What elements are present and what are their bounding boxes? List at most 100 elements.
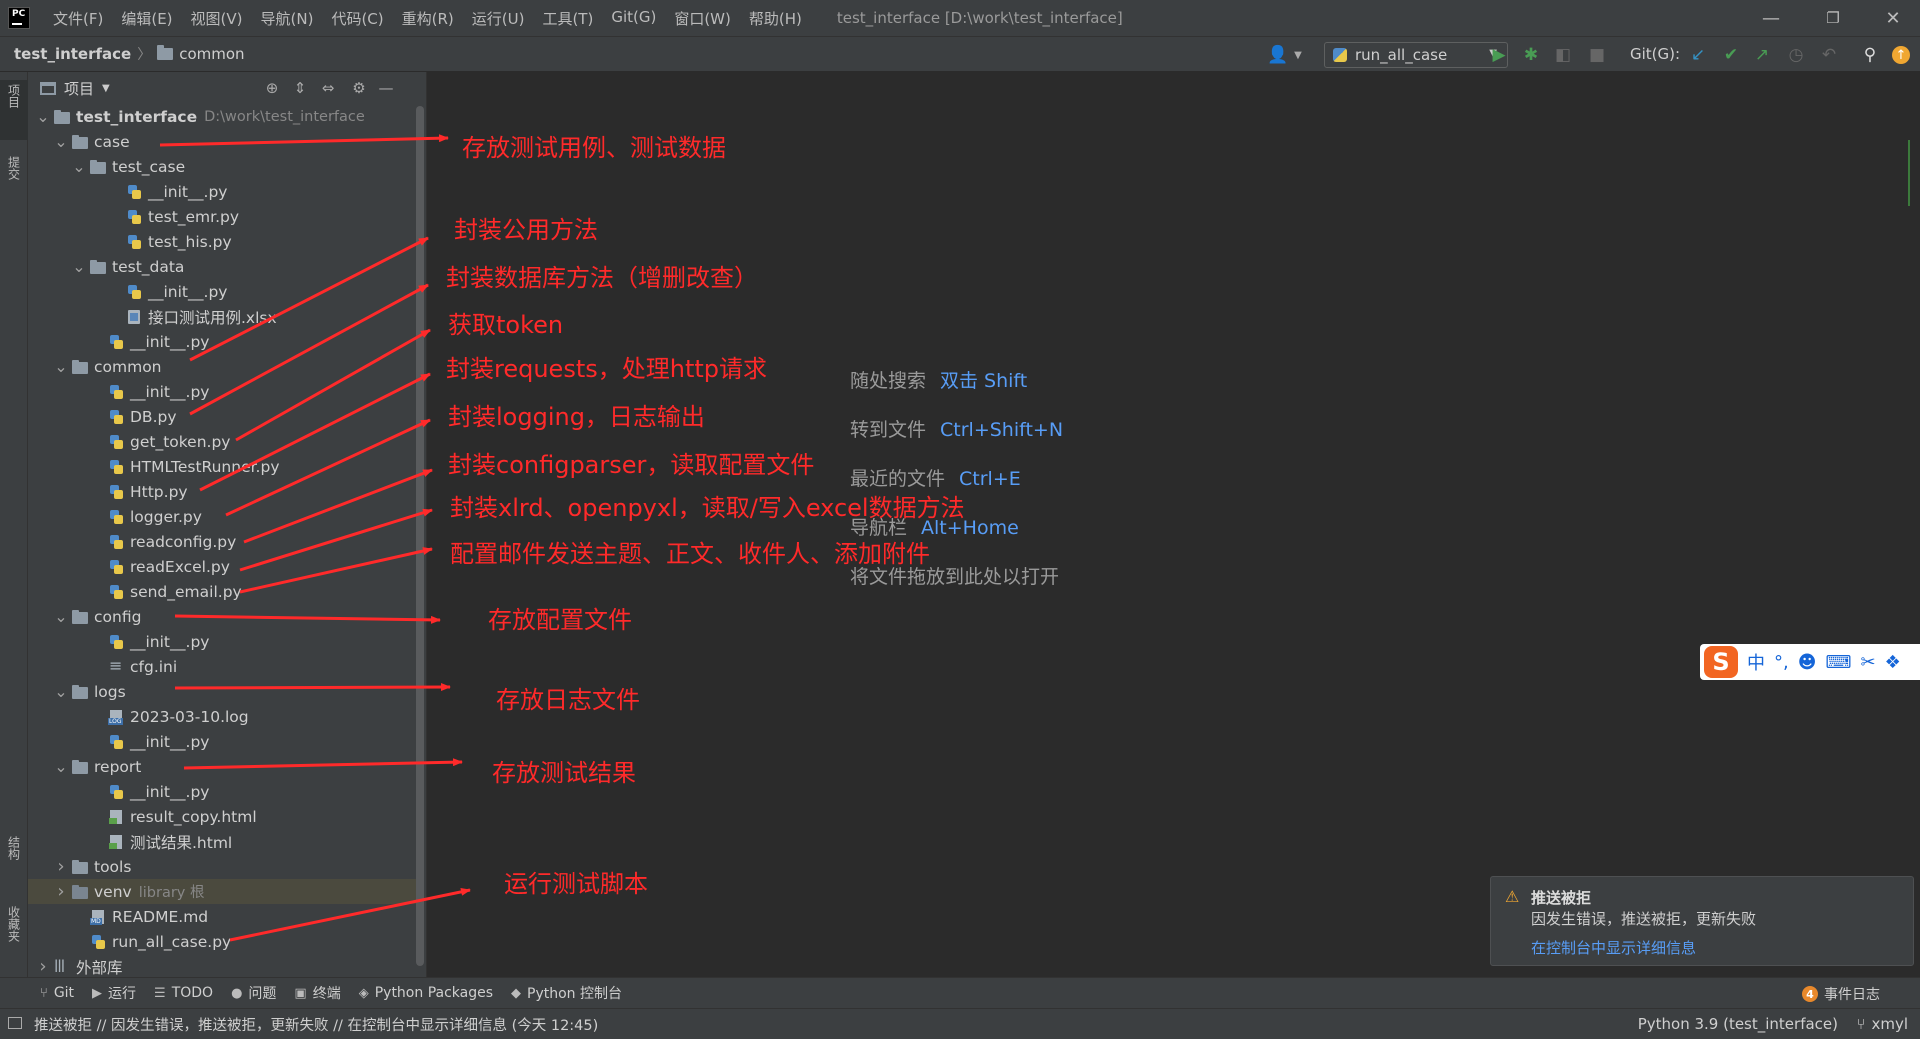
tree-row[interactable]: readExcel.py	[90, 554, 230, 579]
tree-row[interactable]: cfg.ini	[90, 654, 177, 679]
ime-skin-icon[interactable]: ❖	[1885, 652, 1901, 673]
chevron-down-icon[interactable]: ⌄	[54, 758, 68, 774]
user-icon[interactable]: 👤	[1267, 45, 1288, 65]
tool-tab-terminal[interactable]: ▣ 终端	[294, 983, 340, 1003]
tree-row[interactable]: › 外部库	[36, 954, 122, 979]
search-icon[interactable]: ⚲	[1860, 45, 1880, 65]
menu-tools[interactable]: 工具(T)	[533, 8, 602, 29]
tree-row[interactable]: ⌄ test_case	[72, 154, 185, 179]
tool-tab-run[interactable]: ▶ 运行	[92, 983, 136, 1003]
chevron-right-icon[interactable]: ›	[36, 956, 50, 977]
gear-icon[interactable]: ⚙	[350, 79, 368, 97]
tree-row[interactable]: ⌄ common	[54, 354, 161, 379]
tree-row[interactable]: ⌄ report	[54, 754, 141, 779]
editor-empty-area[interactable]: 随处搜索 双击 Shift 转到文件 Ctrl+Shift+N 最近的文件 Ctrl+…	[428, 72, 1920, 977]
chevron-down-icon[interactable]: ⌄	[54, 358, 68, 374]
stripe-tab-project[interactable]: 项目	[0, 80, 28, 140]
git-history-icon[interactable]: ◷	[1786, 45, 1806, 65]
tool-tab-problems[interactable]: ● 问题	[231, 983, 276, 1003]
tool-tab-git[interactable]: ⑂ Git	[40, 985, 74, 1001]
minimize-button[interactable]: —	[1746, 0, 1796, 36]
menu-git[interactable]: Git(G)	[602, 8, 665, 29]
chevron-down-icon[interactable]: ⌄	[72, 258, 86, 274]
tree-row[interactable]: __init__.py	[90, 629, 209, 654]
collapse-all-icon[interactable]: ⇔	[319, 79, 337, 97]
stop-icon[interactable]: ■	[1587, 45, 1607, 65]
git-commit-icon[interactable]: ✔	[1721, 45, 1741, 65]
event-log-tab[interactable]: 4 事件日志	[1802, 984, 1880, 1004]
chevron-down-icon[interactable]: ⌄	[72, 158, 86, 174]
tree-row[interactable]: run_all_case.py	[72, 929, 231, 954]
menu-view[interactable]: 视图(V)	[182, 8, 252, 29]
tool-tab-python-console[interactable]: ◆ Python 控制台	[511, 983, 622, 1003]
close-window-button[interactable]: ✕	[1868, 0, 1918, 36]
tree-row[interactable]: __init__.py	[90, 779, 209, 804]
project-panel-title[interactable]: 项目	[64, 78, 94, 99]
tree-row[interactable]: 接口测试用例.xlsx	[108, 304, 277, 329]
update-icon[interactable]: ↑	[1892, 46, 1910, 64]
menu-run[interactable]: 运行(U)	[463, 8, 534, 29]
tree-row[interactable]: Http.py	[90, 479, 188, 504]
menu-refactor[interactable]: 重构(R)	[393, 8, 463, 29]
run-button[interactable]: ▶	[1489, 45, 1509, 65]
menu-help[interactable]: 帮助(H)	[740, 8, 811, 29]
status-toggle-icon[interactable]	[8, 1017, 22, 1029]
expand-all-icon[interactable]: ⇕	[291, 79, 309, 97]
tree-row[interactable]: ⌄ config	[54, 604, 141, 629]
tool-tab-python-packages[interactable]: ◈ Python Packages	[359, 985, 493, 1001]
user-dropdown-icon[interactable]: ▼	[1288, 45, 1308, 65]
menu-window[interactable]: 窗口(W)	[665, 8, 740, 29]
debug-icon[interactable]: ✱	[1521, 45, 1541, 65]
tree-row[interactable]: 2023-03-10.log	[90, 704, 249, 729]
python-interpreter-selector[interactable]: Python 3.9 (test_interface)	[1638, 1015, 1838, 1033]
menu-code[interactable]: 代码(C)	[322, 8, 392, 29]
tree-row[interactable]: logger.py	[90, 504, 202, 529]
stripe-tab-commit[interactable]: 提交	[0, 152, 28, 212]
tree-row[interactable]: __init__.py	[90, 729, 209, 754]
tree-row[interactable]: 测试结果.html	[90, 829, 232, 854]
run-configuration-select[interactable]: run_all_case ▼	[1324, 42, 1508, 68]
tree-row[interactable]: ⌄ case	[54, 129, 129, 154]
chevron-down-icon[interactable]: ⌄	[54, 683, 68, 699]
tree-row[interactable]: ⌄ test_data	[72, 254, 184, 279]
hide-panel-icon[interactable]: —	[377, 79, 395, 97]
coverage-icon[interactable]: ◧	[1553, 45, 1573, 65]
breadcrumb-project[interactable]: test_interface	[14, 45, 131, 63]
ime-emoji-icon[interactable]: ☻	[1798, 652, 1817, 673]
chevron-down-icon[interactable]: ⌄	[54, 608, 68, 624]
menu-edit[interactable]: 编辑(E)	[112, 8, 181, 29]
show-details-link[interactable]: 在控制台中显示详细信息	[1531, 937, 1696, 958]
tool-tab-todo[interactable]: ☰ TODO	[154, 985, 213, 1001]
chevron-down-icon[interactable]: ▼	[102, 83, 110, 94]
git-branch-selector[interactable]: ⑂ xmyl	[1856, 1015, 1908, 1033]
tree-row[interactable]: __init__.py	[90, 379, 209, 404]
ime-punctuation-icon[interactable]: °,	[1774, 652, 1789, 673]
chevron-down-icon[interactable]: ⌄	[54, 133, 68, 149]
sogou-logo-icon[interactable]: S	[1704, 646, 1738, 678]
stripe-tab-structure[interactable]: 结构	[0, 832, 28, 892]
locate-icon[interactable]: ⊕	[263, 79, 281, 97]
tree-row[interactable]: test_his.py	[108, 229, 232, 254]
tree-row[interactable]: __init__.py	[90, 329, 209, 354]
tree-row[interactable]: README.md	[72, 904, 208, 929]
tree-row[interactable]: result_copy.html	[90, 804, 257, 829]
breadcrumb-folder[interactable]: common	[179, 45, 244, 63]
tree-row[interactable]: ⌄ test_interface D:\work\test_interface	[36, 104, 365, 129]
git-update-icon[interactable]: ↙	[1688, 45, 1708, 65]
chevron-down-icon[interactable]: ⌄	[36, 108, 50, 124]
tree-row[interactable]: HTMLTestRunner.py	[90, 454, 280, 479]
stripe-tab-bookmarks[interactable]: 收藏夹	[0, 902, 28, 972]
tree-row[interactable]: send_email.py	[90, 579, 242, 604]
tree-row[interactable]: ⌄ logs	[54, 679, 125, 704]
tree-row[interactable]: __init__.py	[108, 279, 227, 304]
tree-scrollbar[interactable]	[416, 106, 424, 966]
menu-file[interactable]: 文件(F)	[44, 8, 112, 29]
git-push-icon[interactable]: ↗	[1752, 45, 1772, 65]
tree-row[interactable]: › venv library 根	[54, 879, 204, 904]
tree-row[interactable]: test_emr.py	[108, 204, 239, 229]
tree-row[interactable]: get_token.py	[90, 429, 231, 454]
tree-row[interactable]: › tools	[54, 854, 131, 879]
ime-keyboard-icon[interactable]: ⌨	[1826, 652, 1852, 673]
tree-row[interactable]: __init__.py	[108, 179, 227, 204]
git-rollback-icon[interactable]: ↶	[1819, 45, 1839, 65]
